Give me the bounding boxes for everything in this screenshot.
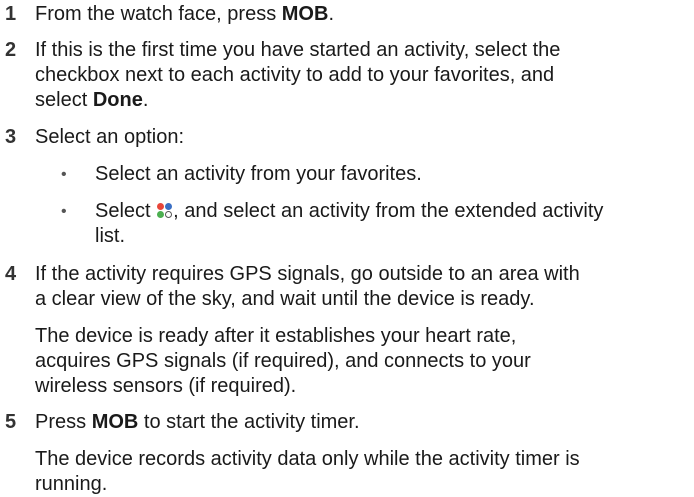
- step-number: 2: [5, 39, 17, 61]
- bullet-item: Select , and select an activity from the…: [95, 200, 604, 222]
- step-number: 1: [5, 3, 17, 25]
- instructions-page: 1 From the watch face, press MOB. 2 If t…: [0, 0, 694, 497]
- apps-icon-dot: [165, 211, 173, 218]
- step-note-line: The device records activity data only wh…: [35, 448, 580, 470]
- apps-icon-dot: [157, 211, 165, 218]
- step-number: 3: [5, 126, 17, 148]
- step-note-line: running.: [35, 473, 108, 495]
- step-text: Press MOB to start the activity timer.: [35, 411, 360, 433]
- step-note-line: The device is ready after it establishes…: [35, 325, 517, 347]
- step-text-line: If the activity requires GPS signals, go…: [35, 263, 580, 285]
- bullet-marker: •: [61, 203, 67, 220]
- step-text-line: a clear view of the sky, and wait until …: [35, 288, 535, 310]
- step-text: Select an option:: [35, 126, 184, 148]
- apps-icon-dot: [157, 203, 165, 210]
- done-button-label: Done: [92, 89, 143, 111]
- step-text-line: select Done.: [35, 89, 149, 111]
- step-note-line: wireless sensors (if required).: [35, 375, 297, 397]
- step-text: From the watch face, press MOB.: [35, 3, 334, 25]
- bullet-marker: •: [61, 166, 67, 183]
- mob-button-label: MOB: [91, 411, 139, 433]
- mob-button-label: MOB: [281, 3, 329, 25]
- bullet-item-continuation: list.: [95, 225, 125, 247]
- step-number: 4: [5, 263, 17, 285]
- step-number: 5: [5, 411, 17, 433]
- step-text-line: If this is the first time you have start…: [35, 39, 561, 61]
- bullet-item: Select an activity from your favorites.: [95, 163, 422, 185]
- step-text-line: checkbox next to each activity to add to…: [35, 64, 555, 86]
- apps-icon-dot: [165, 203, 173, 210]
- apps-icon: [157, 203, 173, 219]
- step-note-line: acquires GPS signals (if required), and …: [35, 350, 531, 372]
